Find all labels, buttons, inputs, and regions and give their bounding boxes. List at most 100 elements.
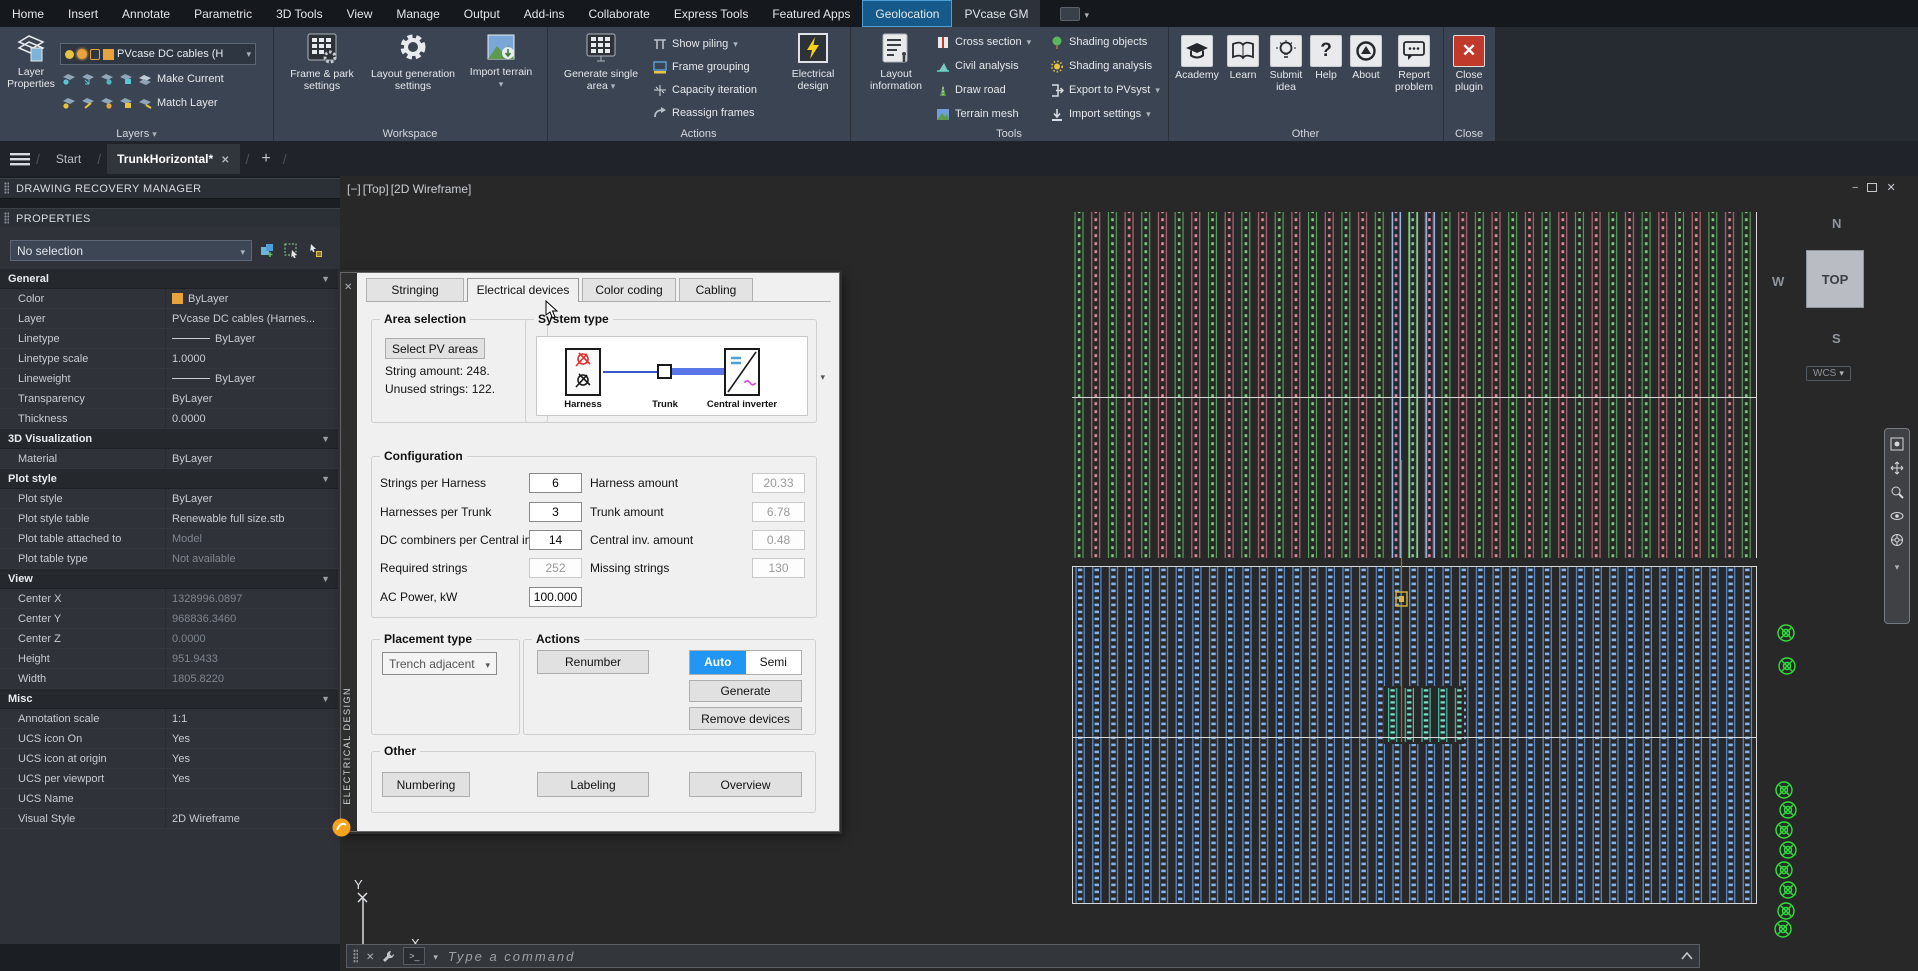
wrench-icon[interactable] xyxy=(382,950,395,963)
restore-icon[interactable] xyxy=(1867,183,1877,192)
semi-toggle[interactable]: Semi xyxy=(746,651,802,674)
viewcube-south[interactable]: S xyxy=(1832,331,1841,346)
zoom-icon[interactable] xyxy=(1890,485,1904,499)
property-row[interactable]: Center Z0.0000 xyxy=(0,629,340,649)
property-row[interactable]: TransparencyByLayer xyxy=(0,389,340,409)
property-row[interactable]: UCS icon OnYes xyxy=(0,729,340,749)
property-row[interactable]: Thickness0.0000 xyxy=(0,409,340,429)
layer-dropdown[interactable]: PVcase DC cables (H xyxy=(60,43,256,65)
close-icon[interactable]: ✕ xyxy=(1886,181,1895,194)
viewport-visualstyle-control[interactable]: [2D Wireframe] xyxy=(391,182,472,196)
export-pvsyst-item[interactable]: Export to PVsyst xyxy=(1050,80,1160,100)
labeling-button[interactable]: Labeling xyxy=(537,772,649,797)
file-tab-active[interactable]: TrunkHorizontal* xyxy=(107,144,239,174)
drawing-recovery-manager-bar[interactable]: DRAWING RECOVERY MANAGER xyxy=(0,178,340,199)
steering-wheel-icon[interactable] xyxy=(1890,533,1904,547)
viewcube-west[interactable]: W xyxy=(1772,274,1784,289)
layer-tool-icon[interactable] xyxy=(100,73,114,85)
system-type-selector[interactable]: Harness Trunk Central inverter xyxy=(536,336,808,416)
quick-select-button[interactable] xyxy=(306,241,325,260)
tab-featured-apps[interactable]: Featured Apps xyxy=(760,0,862,27)
import-terrain-button[interactable]: Import terrain xyxy=(463,32,539,90)
strings-per-harness-input[interactable] xyxy=(529,473,582,493)
dialog-close-icon[interactable] xyxy=(344,279,352,293)
tab-electrical-devices[interactable]: Electrical devices xyxy=(467,278,579,302)
help-button[interactable]: ? Help xyxy=(1310,35,1342,82)
selection-dropdown[interactable]: No selection xyxy=(10,240,252,261)
command-bar-grip[interactable] xyxy=(353,949,358,963)
property-row[interactable]: Plot table attached toModel xyxy=(0,529,340,549)
property-row[interactable]: ColorByLayer xyxy=(0,289,340,309)
new-tab-icon[interactable] xyxy=(255,150,276,168)
auto-toggle[interactable]: Auto xyxy=(690,651,746,674)
property-row[interactable]: Plot style tableRenewable full size.stb xyxy=(0,509,340,529)
properties-palette-bar[interactable]: PROPERTIES xyxy=(0,208,340,229)
layer-tool-icon[interactable] xyxy=(119,73,133,85)
property-row[interactable]: Center X1328996.0897 xyxy=(0,589,340,609)
frame-park-settings-button[interactable]: Frame & park settings xyxy=(281,32,363,92)
tab-add-ins[interactable]: Add-ins xyxy=(512,0,577,27)
select-pv-areas-button[interactable]: Select PV areas xyxy=(385,338,485,359)
property-row[interactable]: Center Y968836.3460 xyxy=(0,609,340,629)
show-piling-item[interactable]: Show piling xyxy=(653,34,738,54)
section-plot-style[interactable]: Plot style▼ xyxy=(0,469,340,489)
chevron-down-icon[interactable] xyxy=(433,947,438,965)
viewcube-top[interactable]: TOP xyxy=(1806,250,1864,308)
tab-geolocation[interactable]: Geolocation xyxy=(862,0,952,27)
tab-express-tools[interactable]: Express Tools xyxy=(662,0,760,27)
property-row[interactable]: Linetype scale1.0000 xyxy=(0,349,340,369)
section-3d-visualization[interactable]: 3D Visualization▼ xyxy=(0,429,340,449)
tab-insert[interactable]: Insert xyxy=(56,0,110,27)
property-row[interactable]: MaterialByLayer xyxy=(0,449,340,469)
layer-tool-icon[interactable] xyxy=(81,73,95,85)
cross-section-item[interactable]: Cross section xyxy=(936,32,1031,52)
panel-caption-layers[interactable]: Layers xyxy=(0,128,273,140)
about-button[interactable]: About xyxy=(1346,35,1386,82)
section-misc[interactable]: Misc▼ xyxy=(0,689,340,709)
section-general[interactable]: General▼ xyxy=(0,269,340,289)
expand-history-icon[interactable] xyxy=(1681,952,1693,960)
ribbon-display-toggle[interactable] xyxy=(1054,0,1095,27)
placement-type-dropdown[interactable]: Trench adjacent xyxy=(382,652,497,675)
chevron-down-icon[interactable] xyxy=(820,369,825,383)
pan-icon[interactable] xyxy=(1890,461,1904,475)
viewport-view-control[interactable]: [Top] xyxy=(363,182,389,196)
viewcube-north[interactable]: N xyxy=(1832,216,1841,231)
property-row[interactable]: LayerPVcase DC cables (Harnes... xyxy=(0,309,340,329)
property-row[interactable]: LinetypeByLayer xyxy=(0,329,340,349)
property-row[interactable]: Plot styleByLayer xyxy=(0,489,340,509)
import-settings-item[interactable]: Import settings xyxy=(1050,104,1151,124)
learn-button[interactable]: Learn xyxy=(1224,35,1262,82)
wcs-dropdown[interactable]: WCS xyxy=(1806,366,1851,381)
tab-parametric[interactable]: Parametric xyxy=(182,0,264,27)
match-layer-label[interactable]: Match Layer xyxy=(157,97,218,109)
layer-tool-icon[interactable] xyxy=(138,97,152,109)
tab-stringing[interactable]: Stringing xyxy=(366,278,464,301)
toggle-pickadd-button[interactable] xyxy=(258,241,277,260)
layer-tool-icon[interactable] xyxy=(119,97,133,109)
property-row[interactable]: UCS Name xyxy=(0,789,340,809)
make-current-label[interactable]: Make Current xyxy=(157,73,224,85)
dc-combiners-input[interactable] xyxy=(529,530,582,550)
remove-devices-button[interactable]: Remove devices xyxy=(689,707,802,730)
navbar-more-icon[interactable] xyxy=(1895,557,1900,575)
layout-generation-settings-button[interactable]: Layout generation settings xyxy=(367,32,459,92)
property-row[interactable]: UCS icon at originYes xyxy=(0,749,340,769)
close-icon[interactable] xyxy=(366,947,374,965)
property-row[interactable]: Plot table typeNot available xyxy=(0,549,340,569)
hamburger-menu-icon[interactable] xyxy=(10,152,30,166)
close-plugin-button[interactable]: ✕ Close plugin xyxy=(1445,35,1493,93)
viewport-minus-control[interactable]: [−] xyxy=(347,182,361,196)
palette-grip[interactable] xyxy=(4,212,9,224)
orbit-icon[interactable] xyxy=(1890,509,1904,523)
tab-color-coding[interactable]: Color coding xyxy=(582,278,676,301)
layer-tool-icon[interactable] xyxy=(100,97,114,109)
layer-tool-icon[interactable] xyxy=(138,73,152,85)
civil-analysis-item[interactable]: Civil analysis xyxy=(936,56,1019,76)
property-row[interactable]: Height951.9433 xyxy=(0,649,340,669)
overview-button[interactable]: Overview xyxy=(689,772,802,797)
close-tab-icon[interactable] xyxy=(221,152,229,166)
select-objects-button[interactable] xyxy=(282,241,301,260)
tab-cabling[interactable]: Cabling xyxy=(679,278,753,301)
electrical-design-button[interactable]: Electrical design xyxy=(781,32,845,92)
